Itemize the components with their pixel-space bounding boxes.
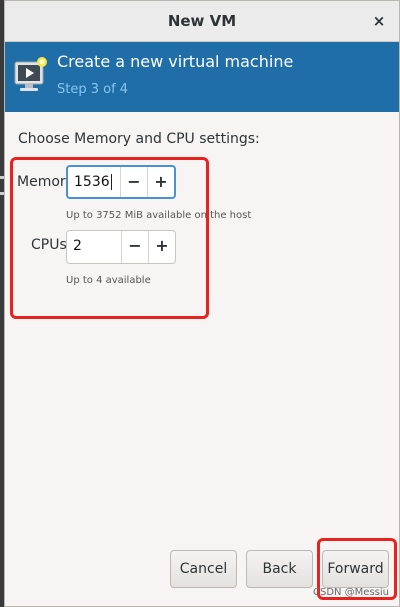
vm-monitor-icon (14, 56, 48, 94)
settings-heading: Choose Memory and CPU settings: (18, 131, 260, 147)
wizard-title: Create a new virtual machine (57, 52, 294, 71)
highlight-annotation (10, 157, 209, 319)
window-title: New VM (167, 12, 237, 30)
close-button[interactable]: × (367, 9, 391, 33)
new-vm-dialog: New VM × Create a new virtual machine St… (4, 0, 400, 607)
title-bar: New VM × (5, 1, 399, 42)
wizard-banner: Create a new virtual machine Step 3 of 4 (5, 42, 399, 112)
wizard-step: Step 3 of 4 (57, 82, 129, 97)
back-button[interactable]: Back (246, 550, 313, 588)
watermark: CSDN @Messiu (312, 587, 389, 598)
cancel-button[interactable]: Cancel (170, 550, 237, 588)
